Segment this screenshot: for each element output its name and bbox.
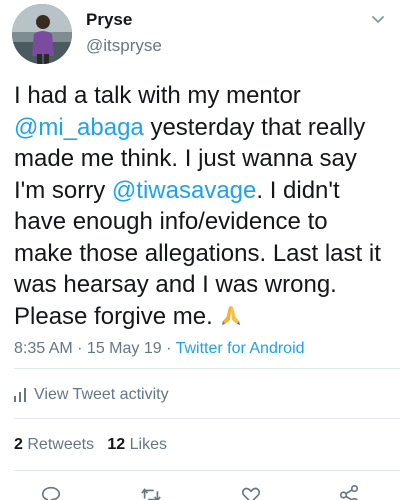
mention-link[interactable]: @mi_abaga	[14, 114, 144, 141]
tweet-actions	[0, 484, 400, 500]
view-activity-label: View Tweet activity	[34, 386, 169, 403]
tweet-header: Pryse @itspryse	[0, 0, 400, 70]
divider	[14, 418, 400, 419]
tweet-time: 8:35 AM	[14, 340, 73, 357]
retweets-count: 2	[14, 436, 23, 453]
reply-icon[interactable]	[40, 484, 62, 500]
divider	[14, 470, 400, 471]
bar-chart-icon	[14, 388, 26, 402]
avatar[interactable]	[12, 4, 72, 64]
likes-stat[interactable]: 12 Likes	[107, 436, 167, 453]
tweet-card: Pryse @itspryse I had a talk with my men…	[0, 0, 400, 500]
divider	[14, 368, 400, 369]
share-icon[interactable]	[338, 484, 360, 500]
meta-separator: ·	[72, 340, 87, 357]
likes-label: Likes	[129, 436, 168, 453]
display-name[interactable]: Pryse	[86, 10, 132, 30]
chevron-down-icon[interactable]	[370, 12, 386, 28]
likes-count: 12	[107, 436, 126, 453]
tweet-source-link[interactable]: Twitter for Android	[176, 340, 305, 357]
retweets-stat[interactable]: 2 Retweets	[14, 436, 94, 453]
tweet-text: I had a talk with my mentor @mi_abaga ye…	[14, 80, 390, 332]
retweet-icon[interactable]	[140, 484, 162, 500]
meta-separator: ·	[161, 340, 176, 357]
user-handle[interactable]: @itspryse	[86, 36, 162, 56]
folded-hands-icon	[222, 305, 241, 325]
mention-link[interactable]: @tiwasavage	[112, 177, 256, 204]
tweet-stats: 2 Retweets 12 Likes	[14, 436, 167, 454]
tweet-text-part: I had a talk with my mentor	[14, 82, 301, 109]
view-activity-button[interactable]: View Tweet activity	[14, 386, 169, 404]
tweet-meta: 8:35 AM · 15 May 19 · Twitter for Androi…	[14, 340, 305, 358]
retweets-label: Retweets	[27, 436, 95, 453]
like-icon[interactable]	[240, 484, 262, 500]
avatar-photo	[12, 4, 72, 64]
tweet-date: 15 May 19	[86, 340, 162, 357]
